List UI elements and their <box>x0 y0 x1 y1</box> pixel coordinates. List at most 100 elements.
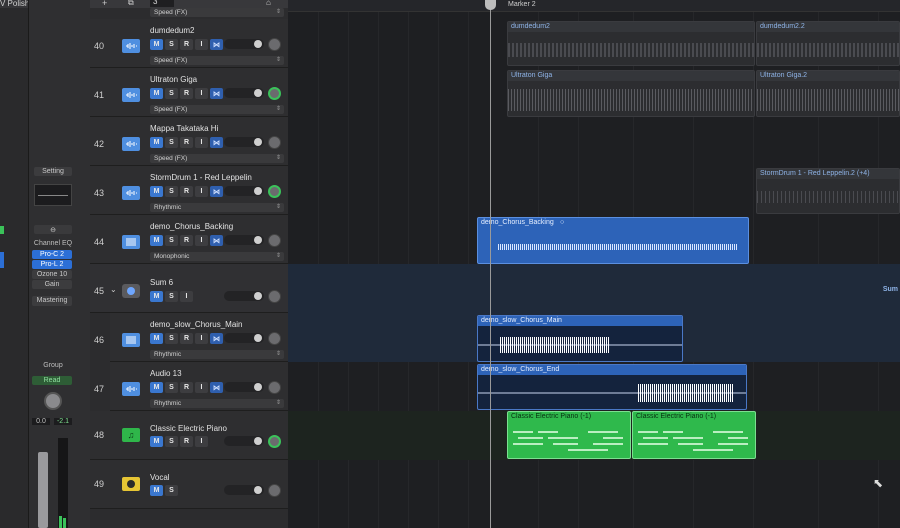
pan-knob[interactable] <box>44 392 62 410</box>
volume-fader[interactable] <box>38 452 48 528</box>
solo-button[interactable]: S <box>165 235 178 246</box>
audio-region[interactable]: StormDrum 1 - Red Leppelin.2 (+4) <box>756 168 900 214</box>
track-row[interactable]: 41 Ultraton Giga M S R I ⋈ Speed (FX) <box>90 68 288 117</box>
pan-knob[interactable] <box>268 290 281 303</box>
marker-label[interactable]: Marker 2 <box>508 1 536 8</box>
volume-slider[interactable] <box>224 333 264 343</box>
pan-knob[interactable] <box>268 87 281 100</box>
flex-icon[interactable]: ⋈ <box>210 88 223 99</box>
track-name[interactable]: Ultraton Giga <box>150 75 197 84</box>
audio-region[interactable]: Ultraton Giga.2 <box>756 70 900 117</box>
volume-slider[interactable] <box>224 436 264 446</box>
flex-mode-select[interactable]: Monophonic <box>150 252 284 261</box>
pan-knob[interactable] <box>268 136 281 149</box>
input-monitor-button[interactable]: I <box>195 39 208 50</box>
track-row[interactable]: 48 ♫ Classic Electric Piano M S R I <box>90 411 288 460</box>
plugin-slot-4[interactable]: Gain <box>32 280 72 289</box>
eq-thumbnail[interactable] <box>34 184 72 206</box>
pan-knob[interactable] <box>268 435 281 448</box>
flex-mode-select[interactable]: Rhythmic <box>150 399 284 408</box>
solo-button[interactable]: S <box>165 382 178 393</box>
track-name[interactable]: demo_slow_Chorus_Main <box>150 320 243 329</box>
record-button[interactable]: R <box>180 235 193 246</box>
mute-button[interactable]: M <box>150 382 163 393</box>
record-button[interactable]: R <box>180 436 193 447</box>
volume-slider[interactable] <box>224 186 264 196</box>
track-row[interactable]: 49 Vocal M S <box>90 460 288 509</box>
track-39-mode[interactable]: Speed (FX) <box>150 8 284 17</box>
input-monitor-button[interactable]: I <box>195 235 208 246</box>
global-tracks-icon[interactable]: ⌂ <box>266 0 271 7</box>
chevron-down-icon[interactable]: ⌄ <box>110 285 117 294</box>
record-button[interactable]: R <box>180 39 193 50</box>
volume-slider[interactable] <box>224 88 264 98</box>
mute-button[interactable]: M <box>150 137 163 148</box>
mute-button[interactable]: M <box>150 291 163 302</box>
mute-button[interactable]: M <box>150 436 163 447</box>
track-row[interactable]: 42 Mappa Takataka Hi M S R I ⋈ Speed (FX… <box>90 117 288 166</box>
flex-icon[interactable]: ⋈ <box>210 333 223 344</box>
input-monitor-button[interactable]: I <box>195 382 208 393</box>
setting-button[interactable]: Setting <box>34 167 72 176</box>
link-icon[interactable]: ⊖ <box>34 225 72 234</box>
mastering-button[interactable]: Mastering <box>32 296 72 306</box>
pan-knob[interactable] <box>268 332 281 345</box>
track-name[interactable]: dumdedum2 <box>150 26 194 35</box>
pan-knob[interactable] <box>268 381 281 394</box>
record-button[interactable]: R <box>180 333 193 344</box>
record-button[interactable]: R <box>180 382 193 393</box>
track-name[interactable]: StormDrum 1 - Red Leppelin <box>150 173 252 182</box>
duplicate-track-icon[interactable]: ⧉ <box>128 0 134 8</box>
volume-slider[interactable] <box>224 485 264 495</box>
playhead[interactable] <box>490 0 491 528</box>
plugin-slot-2[interactable]: Pro-L 2 <box>32 260 72 269</box>
track-name[interactable]: demo_Chorus_Backing <box>150 222 233 231</box>
solo-button[interactable]: S <box>165 88 178 99</box>
flex-icon[interactable]: ⋈ <box>210 382 223 393</box>
record-button[interactable]: R <box>180 137 193 148</box>
solo-button[interactable]: S <box>165 333 178 344</box>
volume-slider[interactable] <box>224 137 264 147</box>
flex-mode-select[interactable]: Rhythmic <box>150 203 284 212</box>
flex-mode-select[interactable]: Speed (FX) <box>150 105 284 114</box>
automation-mode[interactable]: Read <box>32 376 72 385</box>
audio-region[interactable]: Ultraton Giga <box>507 70 755 117</box>
arrange-area[interactable]: Marker 2 dumdedum2 dumdedum2.2 Ultraton … <box>288 0 900 528</box>
playhead-handle[interactable] <box>485 0 496 10</box>
audio-region[interactable]: demo_Chorus_Backing ○ <box>477 217 749 264</box>
flex-icon[interactable]: ⋈ <box>210 39 223 50</box>
track-name[interactable]: Sum 6 <box>150 278 173 287</box>
mute-button[interactable]: M <box>150 485 163 496</box>
track-row[interactable]: 47 Audio 13 M S R I ⋈ Rhythmic <box>94 362 288 411</box>
input-monitor-button[interactable]: I <box>195 333 208 344</box>
flex-mode-select[interactable]: Speed (FX) <box>150 56 284 65</box>
solo-button[interactable]: S <box>165 39 178 50</box>
input-monitor-button[interactable]: I <box>195 88 208 99</box>
track-name[interactable]: Vocal <box>150 473 170 482</box>
plugin-slot-3[interactable]: Ozone 10 <box>32 270 72 279</box>
mute-button[interactable]: M <box>150 186 163 197</box>
pan-knob[interactable] <box>268 234 281 247</box>
track-row[interactable]: 43 StormDrum 1 - Red Leppelin M S R I ⋈ … <box>90 166 288 215</box>
midi-region[interactable]: Classic Electric Piano (-1) <box>507 411 631 459</box>
volume-slider[interactable] <box>224 382 264 392</box>
track-row[interactable]: 45 ⌄ Sum 6 M S I <box>90 264 288 313</box>
audio-region[interactable]: dumdedum2 <box>507 21 755 66</box>
input-monitor-button[interactable]: I <box>195 137 208 148</box>
input-monitor-button[interactable]: I <box>180 291 193 302</box>
mute-button[interactable]: M <box>150 235 163 246</box>
audio-region[interactable]: demo_slow_Chorus_Main <box>477 315 683 362</box>
solo-button[interactable]: S <box>165 291 178 302</box>
pan-knob[interactable] <box>268 38 281 51</box>
track-name[interactable]: Mappa Takataka Hi <box>150 124 218 133</box>
record-button[interactable]: R <box>180 88 193 99</box>
solo-button[interactable]: S <box>165 436 178 447</box>
flex-icon[interactable]: ⋈ <box>210 235 223 246</box>
track-row[interactable]: 46 demo_slow_Chorus_Main M S R I ⋈ Rhyth… <box>94 313 288 362</box>
volume-slider[interactable] <box>224 291 264 301</box>
solo-button[interactable]: S <box>165 186 178 197</box>
track-name[interactable]: Audio 13 <box>150 369 182 378</box>
channel-eq-label[interactable]: Channel EQ <box>30 240 76 247</box>
plugin-slot-1[interactable]: Pro-C 2 <box>32 250 72 259</box>
sum-region-label[interactable]: Sum <box>883 286 898 293</box>
